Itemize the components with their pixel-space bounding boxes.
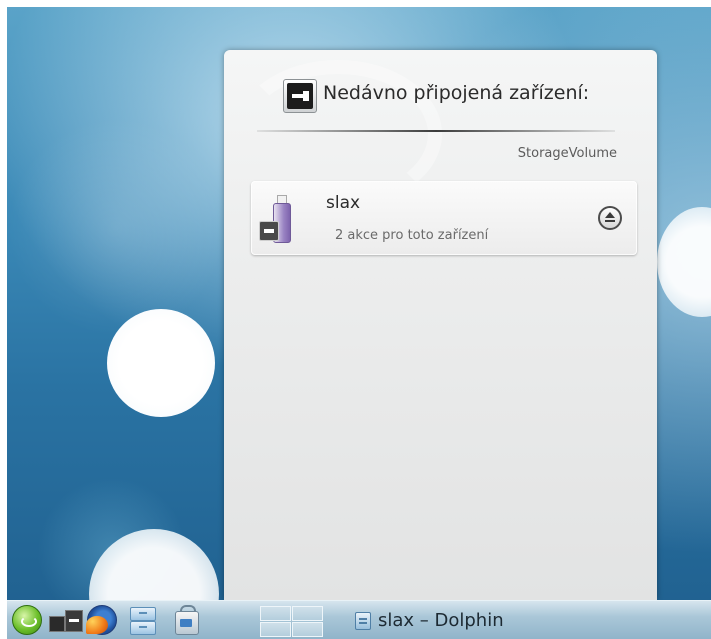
- device-item-slax[interactable]: slax 2 akce pro toto zařízení: [251, 181, 637, 255]
- popup-header: Nedávno připojená zařízení:: [224, 72, 657, 113]
- pager-desktop-2[interactable]: [292, 606, 323, 621]
- device-category-label: StorageVolume: [517, 146, 617, 161]
- device-notifier-icon[interactable]: [49, 610, 83, 632]
- device-actions-count[interactable]: 2 akce pro toto zařízení: [335, 228, 488, 243]
- device-name: slax: [326, 193, 361, 213]
- pager-desktop-1[interactable]: [260, 606, 291, 621]
- firefox-icon[interactable]: [86, 605, 117, 635]
- package-manager-icon[interactable]: [171, 605, 201, 635]
- file-manager-icon[interactable]: [127, 605, 157, 635]
- header-separator: [257, 130, 615, 132]
- wallpaper-bokeh: [657, 207, 711, 317]
- wallpaper-bokeh: [7, 117, 227, 337]
- usb-drive-icon: [257, 193, 297, 245]
- dolphin-icon: [355, 612, 371, 630]
- eject-icon[interactable]: [598, 206, 622, 230]
- pager-desktop-4[interactable]: [292, 622, 323, 637]
- task-label: slax – Dolphin: [378, 610, 504, 631]
- pager-desktop-3[interactable]: [260, 622, 291, 637]
- wallpaper-bokeh: [107, 309, 215, 417]
- kickoff-menu-icon[interactable]: [12, 605, 42, 635]
- popup-title: Nedávno připojená zařízení:: [323, 82, 590, 104]
- desktop-pager: [260, 606, 324, 637]
- device-notifier-popup: Nedávno připojená zařízení: StorageVolum…: [224, 50, 657, 600]
- taskbar: slax – Dolphin: [7, 600, 711, 639]
- desktop: Nedávno připojená zařízení: StorageVolum…: [7, 7, 711, 639]
- device-notifier-icon: [283, 79, 317, 113]
